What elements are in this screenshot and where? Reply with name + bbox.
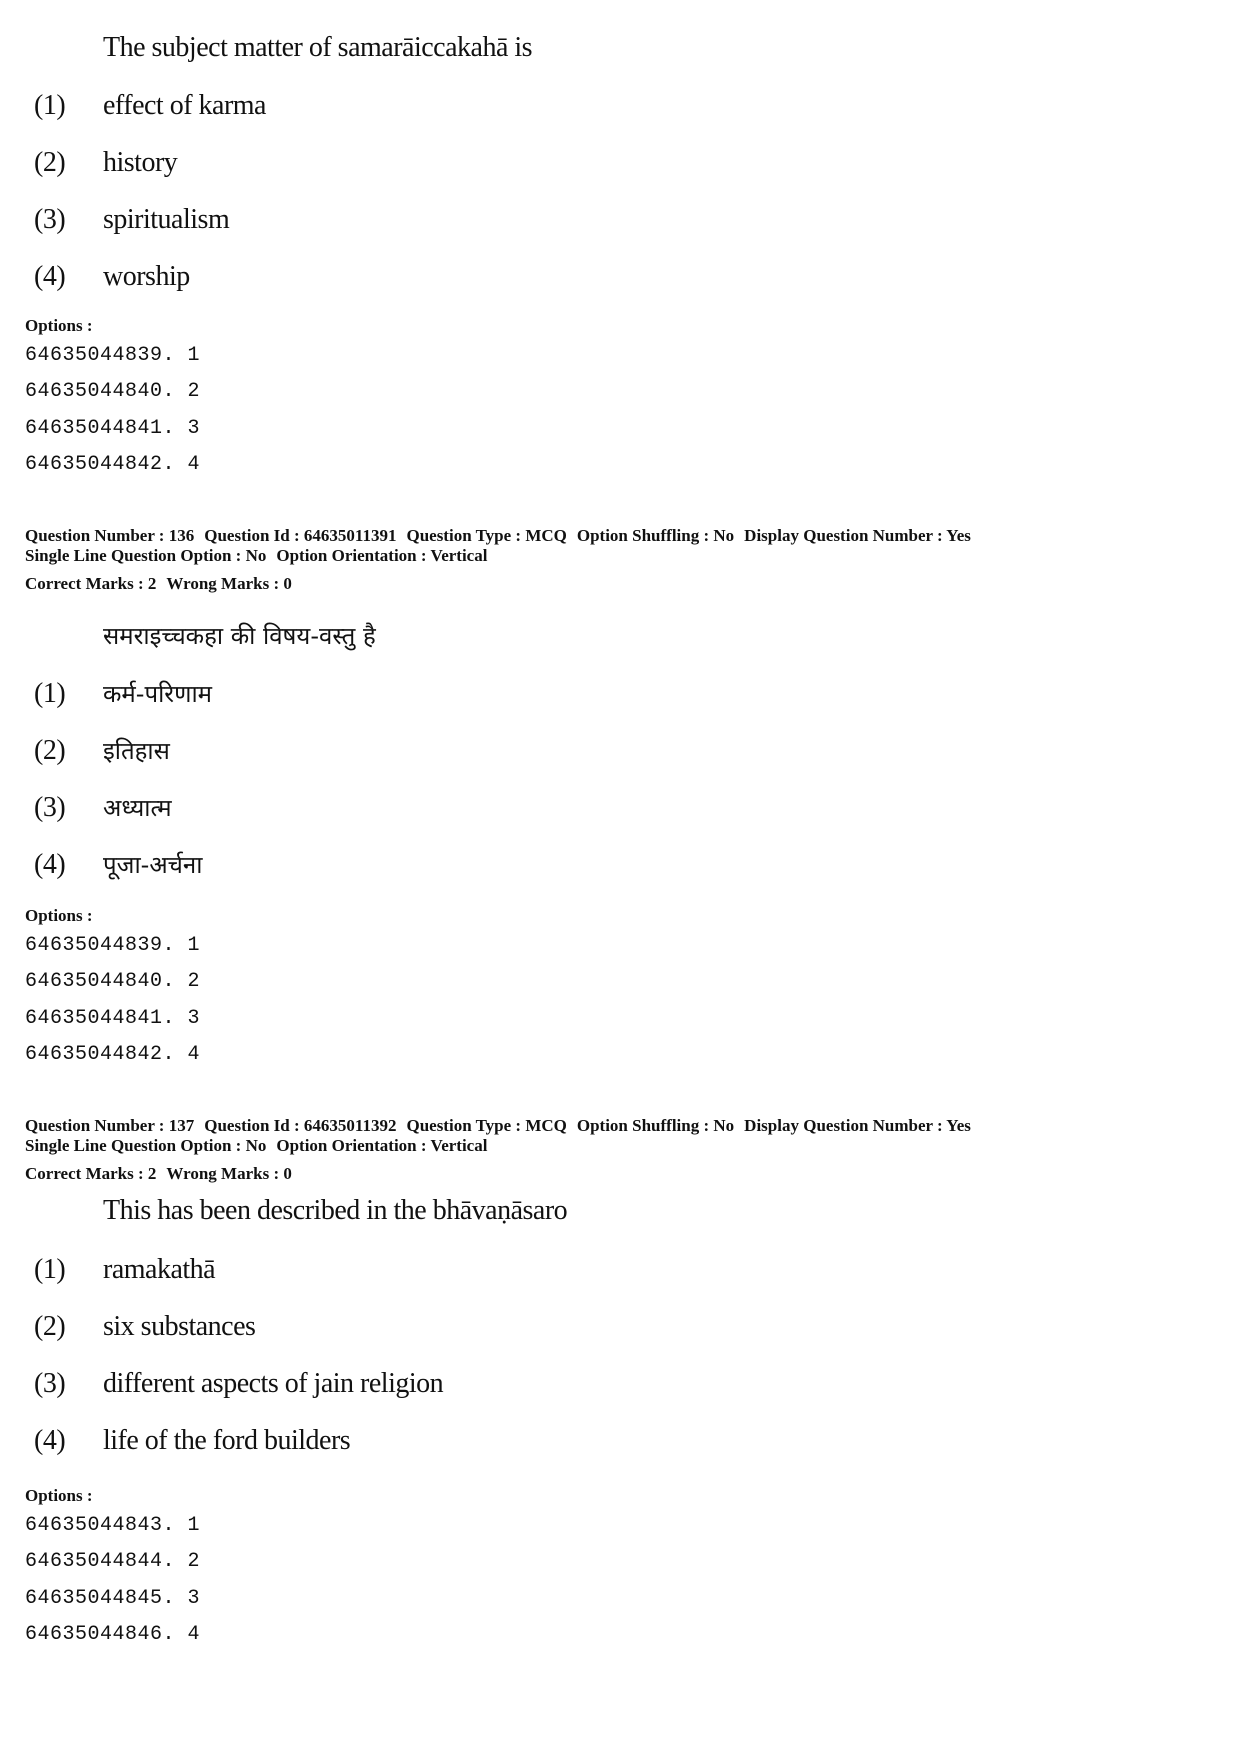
question-id: Question Id : 64635011391 [204,526,397,545]
option-id: 64635044846. 4 [25,1623,201,1646]
option-id: 64635044842. 4 [25,1043,201,1066]
option-shuffling: Option Shuffling : No [576,526,735,545]
option-orientation: Option Orientation : Vertical [276,546,488,565]
question-meta-line-2: Single Line Question Option : No Option O… [25,547,487,564]
choice-number: (2) [34,1311,66,1342]
answer-choice-2: (2) history [34,147,178,178]
answer-choice-1: (1) ramakathā [34,1254,216,1285]
question-number: Question Number : 136 [25,526,195,545]
choice-number: (3) [34,1368,66,1399]
answer-choice-2: (2) इतिहास [34,737,170,765]
options-label: Options : [25,316,93,335]
choice-number: (3) [34,792,66,823]
answer-choice-3: (3) different aspects of jain religion [34,1368,444,1399]
choice-number: (2) [34,147,66,178]
choice-text: कर्म-परिणाम [103,680,213,708]
single-line-question-option: Single Line Question Option : No [25,546,267,565]
option-id: 64635044840. 2 [25,970,201,993]
question-marks: Correct Marks : 2 Wrong Marks : 0 [25,1165,292,1182]
question-type: Question Type : MCQ [406,526,567,545]
choice-number: (3) [34,204,66,235]
option-shuffling: Option Shuffling : No [576,1116,735,1135]
question-meta-line-2: Single Line Question Option : No Option O… [25,1137,487,1154]
choice-number: (4) [34,261,66,292]
answer-choice-1: (1) कर्म-परिणाम [34,680,212,708]
question-meta-line-1: Question Number : 136 Question Id : 64635… [25,527,971,544]
option-id: 64635044843. 1 [25,1514,201,1537]
choice-text: effect of karma [103,90,267,121]
option-orientation: Option Orientation : Vertical [276,1136,488,1155]
option-id: 64635044841. 3 [25,1007,201,1030]
answer-choice-4: (4) life of the ford builders [34,1425,351,1456]
choice-number: (1) [34,90,66,121]
choice-number: (4) [34,1425,66,1456]
display-question-number: Display Question Number : Yes [744,1116,971,1135]
single-line-question-option: Single Line Question Option : No [25,1136,267,1155]
question-number: Question Number : 137 [25,1116,195,1135]
answer-choice-3: (3) spiritualism [34,204,230,235]
question-marks: Correct Marks : 2 Wrong Marks : 0 [25,575,292,592]
display-question-number: Display Question Number : Yes [744,526,971,545]
question-meta-line-1: Question Number : 137 Question Id : 64635… [25,1117,971,1134]
wrong-marks: Wrong Marks : 0 [166,574,292,593]
options-label: Options : [25,906,93,925]
choice-number: (1) [34,1254,66,1285]
option-id: 64635044844. 2 [25,1550,201,1573]
answer-choice-3: (3) अध्यात्म [34,794,172,822]
option-id: 64635044845. 3 [25,1587,201,1610]
options-label: Options : [25,1486,93,1505]
choice-text: six substances [103,1311,256,1342]
choice-text: ramakathā [103,1254,216,1285]
choice-text: life of the ford builders [103,1425,351,1456]
choice-text: spiritualism [103,204,230,235]
answer-choice-4: (4) worship [34,263,190,291]
option-id: 64635044841. 3 [25,417,201,440]
choice-text: पूजा-अर्चना [103,851,203,879]
question-stem: This has been described in the bhāvaṇāsa… [103,1195,568,1226]
choice-number: (1) [34,678,66,709]
question-id: Question Id : 64635011392 [204,1116,397,1135]
choice-text: different aspects of jain religion [103,1368,444,1399]
correct-marks: Correct Marks : 2 [25,574,157,593]
option-id: 64635044839. 1 [25,344,201,367]
choice-text: इतिहास [103,737,170,765]
correct-marks: Correct Marks : 2 [25,1164,157,1183]
answer-choice-4: (4) पूजा-अर्चना [34,851,202,879]
question-stem: समराइच्चकहा की विषय-वस्तु है [103,622,376,650]
question-stem: The subject matter of samarāiccakahā is [103,32,533,63]
option-id: 64635044842. 4 [25,453,201,476]
wrong-marks: Wrong Marks : 0 [166,1164,292,1183]
choice-number: (4) [34,849,66,880]
choice-number: (2) [34,735,66,766]
answer-choice-1: (1) effect of karma [34,90,267,121]
choice-text: history [103,147,178,178]
choice-text: worship [103,261,190,292]
choice-text: अध्यात्म [103,794,172,822]
question-type: Question Type : MCQ [406,1116,567,1135]
option-id: 64635044839. 1 [25,934,201,957]
answer-choice-2: (2) six substances [34,1311,256,1342]
option-id: 64635044840. 2 [25,380,201,403]
